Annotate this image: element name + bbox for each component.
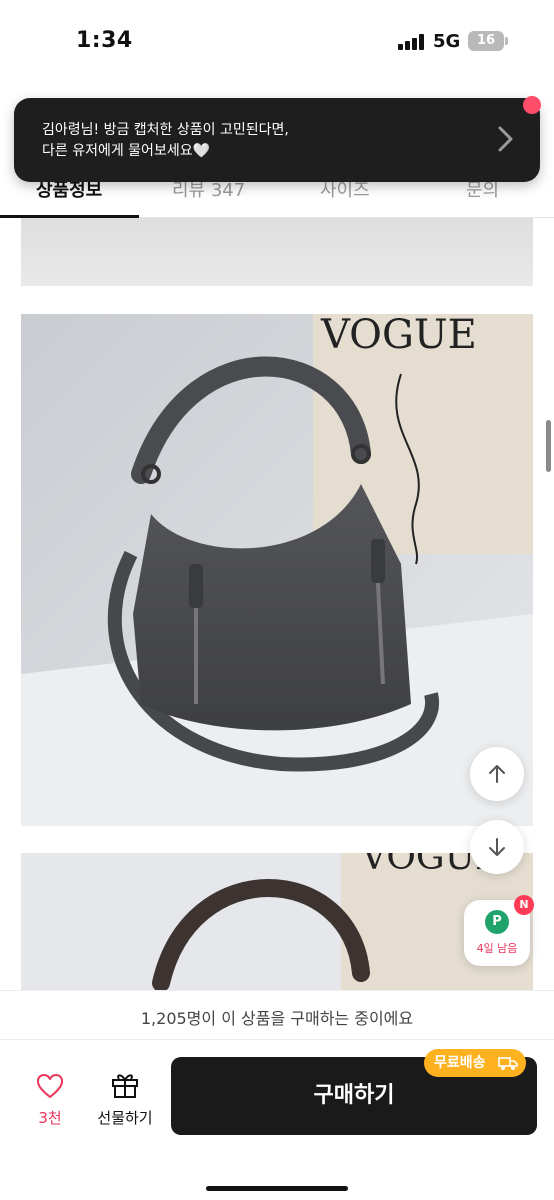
bar-divider [0,1039,554,1040]
scrollbar[interactable] [546,420,551,472]
like-button[interactable]: 3천 [22,1069,78,1127]
like-count: 3천 [38,1109,62,1127]
toast-message: 김아령님! 방금 캡처한 상품이 고민된다면, 다른 유저에게 물어보세요🤍 [42,120,482,162]
heart-icon [37,1074,63,1098]
points-icon: P [485,910,509,934]
handbag-photo: VOGUE [21,314,533,826]
arrow-up-icon [489,765,505,783]
points-remaining-label: 4일 남음 [476,942,518,955]
scroll-down-button[interactable] [470,820,524,874]
gift-button[interactable]: 선물하기 [90,1069,160,1127]
buyers-count-text: 1,205명이 이 상품을 구매하는 중이에요 [140,1009,414,1028]
product-image-main[interactable]: VOGUE [21,314,533,826]
battery-cap [505,37,508,45]
status-time: 1:34 [76,28,133,53]
new-badge: N [514,895,534,915]
product-detail-screen: 1:34 5G 16 상품정보 리뷰 347 사이즈 문의 VOGUE VOGU… [0,0,554,1200]
free-shipping-label: 무료배송 [434,1055,486,1071]
signal-icon [398,34,426,50]
product-image-next[interactable]: VOGUE [21,853,533,1003]
chevron-right-icon [498,126,513,152]
toast-line-1: 김아령님! 방금 캡처한 상품이 고민된다면, [42,122,289,138]
scroll-up-button[interactable] [470,747,524,801]
capture-toast[interactable]: 김아령님! 방금 캡처한 상품이 고민된다면, 다른 유저에게 물어보세요🤍 [14,98,540,182]
truck-icon [498,1057,518,1070]
magazine-title: VOGUE [320,314,477,358]
network-label: 5G [433,31,461,52]
gift-icon [112,1074,138,1098]
gift-label: 선물하기 [97,1109,153,1127]
arrow-down-icon [489,838,505,856]
status-bar: 1:34 5G 16 [0,0,554,84]
product-image-top [21,218,533,286]
handbag-photo-2: VOGUE [21,853,533,1003]
purchase-bar: 1,205명이 이 상품을 구매하는 중이에요 3천 선물하기 구매하기 무료배… [0,990,554,1200]
free-shipping-badge: 무료배송 [424,1049,526,1077]
toast-notification-dot [523,96,541,114]
home-indicator[interactable] [206,1186,348,1191]
battery-icon: 16 [468,31,504,51]
toast-line-2: 다른 유저에게 물어보세요🤍 [42,143,211,159]
